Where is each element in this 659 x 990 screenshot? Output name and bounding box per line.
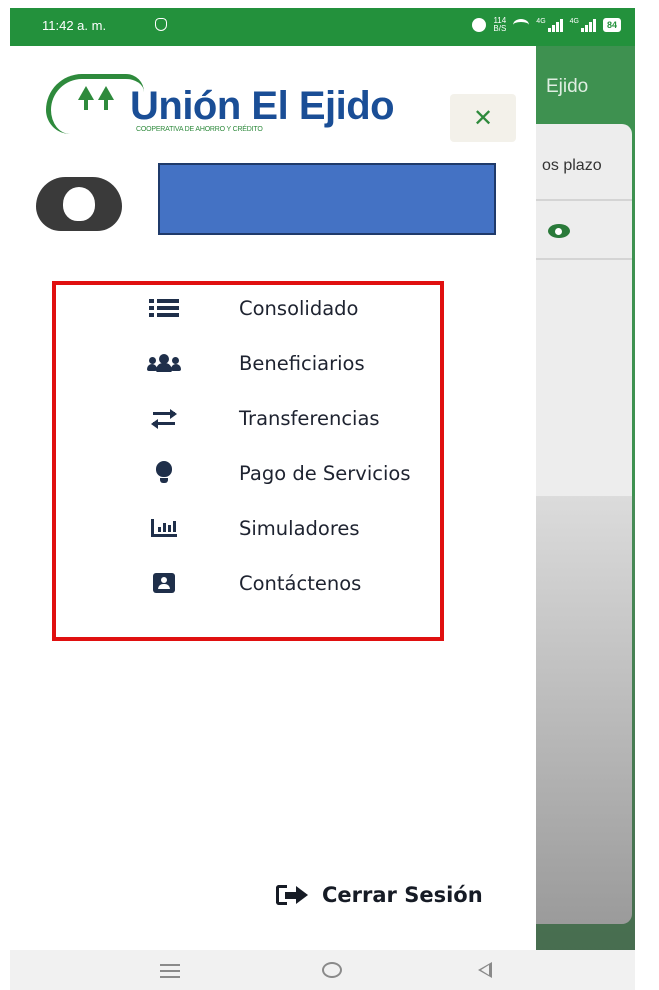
lightbulb-icon: [146, 461, 182, 485]
menu-item-pago-de-servicios[interactable]: Pago de Servicios: [56, 453, 440, 493]
home-button[interactable]: [322, 962, 342, 978]
users-icon: [146, 351, 182, 375]
back-button[interactable]: [478, 962, 492, 978]
scrim: [536, 496, 635, 950]
battery-icon: 84: [602, 18, 621, 32]
signal-label: 4G: [569, 18, 579, 25]
background-app-title: Ejido: [546, 76, 589, 97]
background-tab-label: os plazo: [542, 157, 602, 174]
signal-label: 4G: [536, 18, 546, 25]
background-app[interactable]: Ejido os plazo: [536, 46, 635, 950]
menu-item-label: Pago de Servicios: [239, 462, 411, 485]
system-nav-bar: [10, 950, 635, 990]
divider: [536, 199, 632, 201]
menu-item-label: Transferencias: [239, 407, 380, 430]
brand-logo: Unión El Ejido COOPERATIVA DE AHORRO Y C…: [46, 74, 446, 140]
menu-item-label: Consolidado: [239, 297, 359, 320]
wifi-icon: [513, 19, 530, 31]
bar-chart-icon: [146, 516, 182, 540]
menu-item-label: Simuladores: [239, 517, 360, 540]
menu-item-beneficiarios[interactable]: Beneficiarios: [56, 343, 440, 383]
shield-icon: [155, 18, 167, 31]
close-drawer-button[interactable]: ✕: [450, 94, 516, 142]
signal-icon: 4G: [570, 18, 596, 32]
recent-apps-button[interactable]: [160, 964, 180, 978]
menu-highlight-box: Consolidado Beneficiarios Transferencias: [52, 281, 444, 641]
close-icon: ✕: [472, 104, 494, 132]
menu-item-transferencias[interactable]: Transferencias: [56, 398, 440, 438]
sign-out-icon: [276, 885, 312, 905]
tree-icon: [78, 86, 94, 110]
net-speed-unit: B/S: [493, 24, 507, 33]
brand-name: Unión El Ejido: [130, 84, 395, 128]
list-icon: [146, 296, 182, 320]
status-time: 11:42 a. m.: [42, 18, 107, 33]
signal-icon: 4G: [536, 18, 563, 32]
status-bar: 11:42 a. m. 114 B/S 4G 4G 84: [10, 8, 635, 46]
logout-button[interactable]: Cerrar Sesión: [276, 880, 483, 910]
tree-icon: [98, 86, 114, 110]
net-speed: 114 B/S: [493, 17, 506, 33]
menu-item-simuladores[interactable]: Simuladores: [56, 508, 440, 548]
brand-tagline: COOPERATIVA DE AHORRO Y CRÉDITO: [136, 126, 263, 133]
redacted-user-name: [158, 163, 496, 235]
menu-item-label: Beneficiarios: [239, 352, 365, 375]
menu-item-label: Contáctenos: [239, 572, 362, 595]
exchange-icon: [146, 406, 182, 430]
user-avatar: [36, 177, 122, 231]
eye-icon: [548, 224, 570, 238]
status-icons: 114 B/S 4G 4G 84: [472, 17, 621, 33]
menu-item-consolidado[interactable]: Consolidado: [56, 288, 440, 328]
alarm-icon: [472, 18, 487, 32]
contact-card-icon: [146, 571, 182, 595]
divider: [536, 258, 632, 260]
menu-item-contactenos[interactable]: Contáctenos: [56, 563, 440, 603]
logout-label: Cerrar Sesión: [322, 883, 483, 907]
